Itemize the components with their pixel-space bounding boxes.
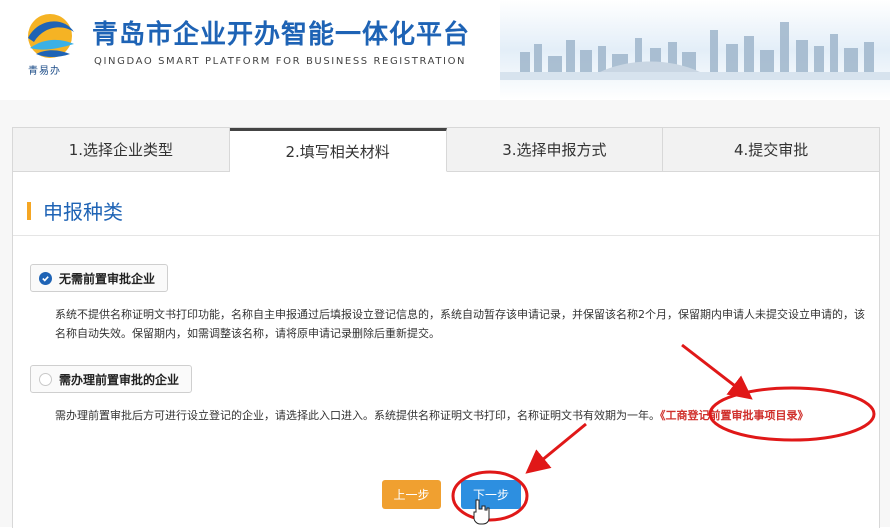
option-preapproval[interactable]: 需办理前置审批的企业 <box>30 365 193 393</box>
tab-step-4[interactable]: 4.提交审批 <box>663 128 879 172</box>
next-button[interactable]: 下一步 <box>461 480 521 509</box>
radio-unchecked-icon[interactable] <box>39 372 52 386</box>
option-description-text: 需办理前置审批后方可进行设立登记的企业，请选择此入口进入。系统提供名称证明文书打… <box>55 409 660 422</box>
page-body: 1.选择企业类型 2.填写相关材料 3.选择申报方式 4.提交审批 申报种类 无… <box>0 100 890 528</box>
radio-checked-icon[interactable] <box>39 271 52 285</box>
city-skyline-image <box>500 0 890 100</box>
section-title: 申报种类 <box>43 200 123 224</box>
site-title: 青岛市企业开办智能一体化平台 <box>92 20 471 50</box>
option-no-preapproval[interactable]: 无需前置审批企业 <box>30 264 169 292</box>
section-accent-bar <box>27 201 31 220</box>
option-label: 需办理前置审批的企业 <box>59 372 180 387</box>
site-header: 青易办 青岛市企业开办智能一体化平台 QINGDAO SMART PLATFOR… <box>0 0 890 100</box>
step-tabs: 1.选择企业类型 2.填写相关材料 3.选择申报方式 4.提交审批 <box>13 128 879 172</box>
option-label: 无需前置审批企业 <box>59 271 156 286</box>
prev-button[interactable]: 上一步 <box>382 480 441 509</box>
option-description: 需办理前置审批后方可进行设立登记的企业，请选择此入口进入。系统提供名称证明文书打… <box>55 406 875 425</box>
section-heading: 申报种类 <box>27 196 123 225</box>
tab-step-3[interactable]: 3.选择申报方式 <box>446 128 664 172</box>
section-divider <box>13 235 879 236</box>
form-panel: 1.选择企业类型 2.填写相关材料 3.选择申报方式 4.提交审批 申报种类 无… <box>12 127 880 528</box>
logo-caption: 青易办 <box>28 66 61 77</box>
tab-step-1[interactable]: 1.选择企业类型 <box>13 128 230 172</box>
preapproval-catalog-link[interactable]: 《工商登记前置审批事项目录》 <box>660 409 809 422</box>
site-subtitle: QINGDAO SMART PLATFORM FOR BUSINESS REGI… <box>94 56 467 67</box>
option-description: 系统不提供名称证明文书打印功能，名称自主申报通过后填报设立登记信息的，系统自动暂… <box>55 308 865 340</box>
logo-icon <box>28 14 74 58</box>
tab-step-2[interactable]: 2.填写相关材料 <box>229 128 447 172</box>
